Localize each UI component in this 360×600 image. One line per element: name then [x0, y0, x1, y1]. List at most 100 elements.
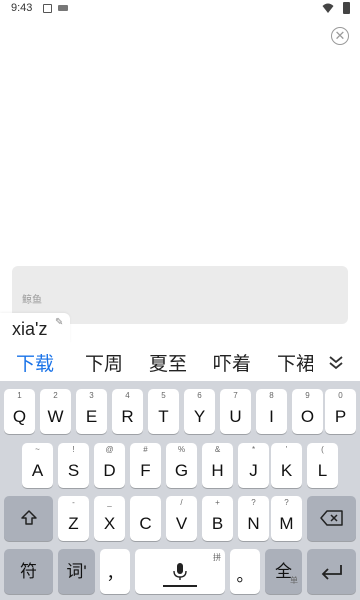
key-i-sub: 8 [269, 391, 274, 400]
key-p[interactable]: 0 P [325, 389, 356, 434]
composing-text: xia'z [12, 319, 48, 339]
key-v-label: V [175, 514, 188, 533]
expand-candidates-icon[interactable] [325, 351, 347, 373]
key-b-label: B [211, 514, 224, 533]
key-m-sub: ? [284, 498, 289, 507]
comma-key-label: ， [106, 564, 124, 583]
key-d[interactable]: @ D [94, 443, 125, 488]
key-b[interactable]: + B [202, 496, 233, 541]
key-i[interactable]: 8 I [256, 389, 287, 434]
key-n-label: N [247, 514, 260, 533]
key-n-sub: ? [251, 498, 256, 507]
key-m-label: M [279, 514, 294, 533]
composing-text-bar: xia'z ✎ [0, 313, 70, 343]
key-r[interactable]: 4 R [112, 389, 143, 434]
key-y-label: Y [193, 407, 206, 426]
key-t-label: T [158, 407, 169, 426]
key-q-sub: 1 [17, 391, 22, 400]
key-i-label: I [269, 407, 274, 426]
key-c[interactable]: C [130, 496, 161, 541]
key-j[interactable]: * J [238, 443, 269, 488]
key-u[interactable]: 7 U [220, 389, 251, 434]
key-a-sub: ~ [35, 445, 40, 454]
key-d-sub: @ [105, 445, 114, 454]
candidate-4[interactable]: 吓着 [213, 349, 251, 376]
backspace-key[interactable] [307, 496, 356, 541]
close-button[interactable]: ✕ [331, 27, 349, 45]
period-key[interactable]: 。 [230, 549, 260, 594]
key-f-sub: # [143, 445, 148, 454]
key-e-sub: 3 [89, 391, 94, 400]
key-w[interactable]: 2 W [40, 389, 71, 434]
key-t-sub: 5 [161, 391, 166, 400]
symbols-key-label: 符 [20, 562, 37, 581]
key-k[interactable]: ' K [271, 443, 302, 488]
status-bar: 9:43 [0, 0, 360, 18]
key-q-label: Q [12, 407, 27, 426]
key-l-sub: ( [321, 445, 324, 454]
key-x-label: X [103, 514, 116, 533]
key-w-sub: 2 [53, 391, 58, 400]
period-key-label: 。 [236, 566, 254, 585]
key-s[interactable]: ! S [58, 443, 89, 488]
space-key[interactable]: 拼 [135, 549, 225, 594]
key-r-label: R [121, 407, 134, 426]
key-b-sub: + [215, 498, 220, 507]
space-bar-line [163, 585, 197, 587]
shift-key[interactable] [4, 496, 53, 541]
key-e[interactable]: 3 E [76, 389, 107, 434]
candidate-2[interactable]: 下周 [85, 349, 123, 376]
key-h[interactable]: & H [202, 443, 233, 488]
key-m[interactable]: ? M [271, 496, 302, 541]
notification-icon [43, 4, 52, 13]
key-j-label: J [249, 461, 258, 480]
key-u-sub: 7 [233, 391, 238, 400]
key-s-sub: ! [72, 445, 75, 454]
enter-key[interactable] [307, 549, 356, 594]
key-x-sub: _ [107, 498, 112, 507]
key-n[interactable]: ? N [238, 496, 269, 541]
key-h-sub: & [214, 445, 221, 454]
search-placeholder: 鲸鱼 [22, 295, 42, 306]
key-o-label: O [300, 407, 315, 426]
key-z-label: Z [68, 514, 79, 533]
comma-key[interactable]: ， [100, 549, 130, 594]
key-v[interactable]: / V [166, 496, 197, 541]
key-t[interactable]: 5 T [148, 389, 179, 434]
key-w-label: W [47, 407, 64, 426]
close-icon: ✕ [334, 28, 346, 43]
key-g-sub: % [177, 445, 186, 454]
key-p-label: P [334, 407, 347, 426]
word-key-label: 词' [66, 562, 87, 581]
candidate-3[interactable]: 夏至 [149, 349, 187, 376]
wifi-icon [322, 3, 334, 13]
edit-pencil-icon[interactable]: ✎ [55, 317, 63, 328]
key-z[interactable]: - Z [58, 496, 89, 541]
key-c-label: C [139, 514, 152, 533]
candidate-5[interactable]: 下裙 [277, 349, 313, 376]
key-f[interactable]: # F [130, 443, 161, 488]
key-l-label: L [317, 461, 328, 480]
key-o-sub: 9 [305, 391, 310, 400]
word-key[interactable]: 词' [58, 549, 95, 594]
key-z-sub: - [72, 498, 75, 507]
pinyin-mode-mark: 拼 [213, 553, 221, 562]
key-g[interactable]: % G [166, 443, 197, 488]
backspace-icon [320, 510, 343, 526]
shift-icon [21, 510, 37, 525]
symbols-key[interactable]: 符 [4, 549, 53, 594]
key-l[interactable]: ( L [307, 443, 338, 488]
key-s-label: S [67, 461, 80, 480]
key-e-label: E [85, 407, 98, 426]
candidate-1[interactable]: 下载 [16, 349, 54, 376]
key-a[interactable]: ~ A [22, 443, 53, 488]
key-q[interactable]: 1 Q [4, 389, 35, 434]
key-o[interactable]: 9 O [292, 389, 323, 434]
key-y[interactable]: 6 Y [184, 389, 215, 434]
key-k-sub: ' [285, 445, 288, 454]
fullwidth-key[interactable]: 全 单 [265, 549, 302, 594]
key-x[interactable]: _ X [94, 496, 125, 541]
key-u-label: U [229, 407, 242, 426]
key-y-sub: 6 [197, 391, 202, 400]
key-f-label: F [140, 461, 151, 480]
